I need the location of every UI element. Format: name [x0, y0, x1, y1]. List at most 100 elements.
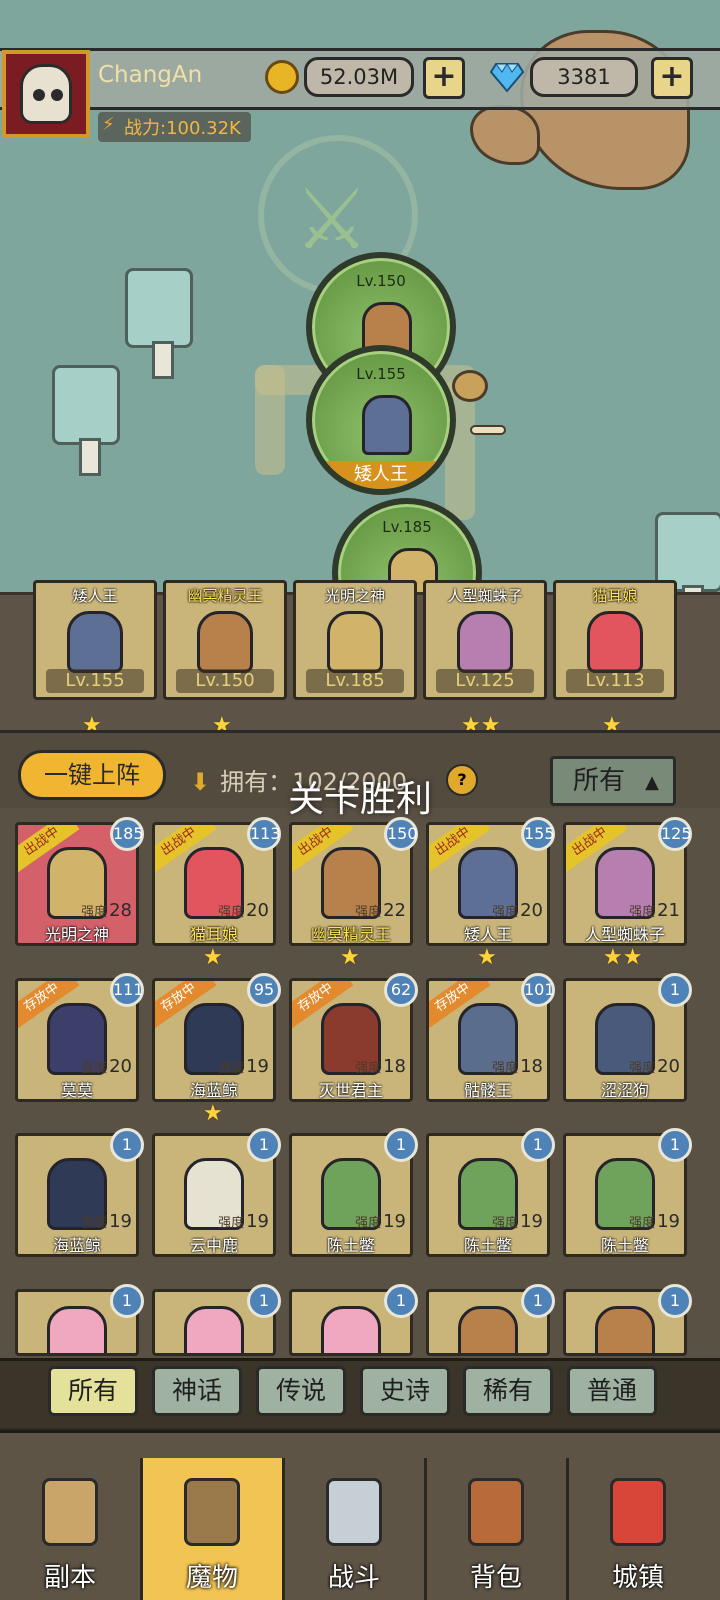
- team-slot-level: Lv.185: [306, 669, 404, 693]
- star-rating: ★★: [603, 945, 643, 970]
- add-gems-button[interactable]: +: [651, 57, 693, 99]
- strength-stat: 强度 19: [218, 1211, 269, 1232]
- strength-stat: 强度 20: [492, 900, 543, 921]
- strength-stat: 强度 18: [492, 1056, 543, 1077]
- add-gold-button[interactable]: +: [423, 57, 465, 99]
- level-badge: 101: [521, 973, 555, 1007]
- nav-divider: [282, 1458, 285, 1600]
- nav-tab[interactable]: 战斗: [284, 1458, 424, 1600]
- monster-name: 人型蜘蛛子: [584, 925, 665, 943]
- level-badge: 113: [247, 817, 281, 851]
- level-badge: 1: [110, 1284, 144, 1318]
- nav-tab[interactable]: 副本: [0, 1458, 140, 1600]
- monster-card[interactable]: 强度 22 幽冥精灵王 出战中 150: [289, 817, 418, 946]
- gold-amount: 52.03M: [304, 57, 414, 97]
- team-slot-name: 光明之神: [324, 587, 385, 605]
- monster-name: 灭世君主: [318, 1081, 383, 1099]
- strength-stat: 强度 19: [492, 1211, 543, 1232]
- star-rating: ★: [477, 945, 497, 970]
- backpack-icon: [468, 1478, 524, 1546]
- rock-island: [470, 105, 540, 165]
- monster-card[interactable]: 强度 19 陈土鳖 1: [289, 1128, 418, 1257]
- star-rating: ★: [203, 945, 223, 970]
- monster-card[interactable]: 强度 19 海蓝鲸 1: [15, 1128, 144, 1257]
- level-badge: 1: [384, 1284, 418, 1318]
- strength-stat: 强度 20: [218, 900, 269, 921]
- level-badge: 1: [384, 1128, 418, 1162]
- rarity-tab[interactable]: 稀有: [463, 1366, 553, 1416]
- player-avatar[interactable]: [2, 50, 90, 138]
- team-slot[interactable]: 人型蜘蛛子 Lv.125: [423, 580, 547, 700]
- monster-card[interactable]: 强度 20 矮人王 出战中 155: [426, 817, 555, 946]
- strength-stat: 强度 19: [218, 1056, 269, 1077]
- level-badge: 62: [384, 973, 418, 1007]
- nav-label: 副本: [43, 1563, 96, 1593]
- snowy-tree: [52, 365, 120, 476]
- power-icon: ⚡: [102, 114, 115, 135]
- level-badge: 125: [658, 817, 692, 851]
- monster-name: 骷髅王: [463, 1081, 512, 1099]
- monster-card[interactable]: 1: [426, 1284, 555, 1356]
- strength-stat: 强度 28: [81, 900, 132, 921]
- team-slot-level: Lv.150: [176, 669, 274, 693]
- monster-card[interactable]: 强度 19 海蓝鲸 存放中 95: [152, 973, 281, 1102]
- monster-card[interactable]: 1: [563, 1284, 692, 1356]
- monster-name: 光明之神: [44, 925, 109, 943]
- nav-label: 魔物: [185, 1563, 238, 1593]
- monster-card[interactable]: 强度 19 陈土鳖 1: [426, 1128, 555, 1257]
- rarity-tab[interactable]: 传说: [256, 1366, 346, 1416]
- rarity-tab[interactable]: 神话: [152, 1366, 242, 1416]
- shop-icon: [610, 1478, 666, 1546]
- monster-card[interactable]: 强度 19 陈土鳖 1: [563, 1128, 692, 1257]
- gem-amount: 3381: [530, 57, 638, 97]
- combat-power-value: 战力:100.32K: [124, 118, 241, 139]
- nav-label: 背包: [469, 1563, 522, 1593]
- monster-portrait: [197, 611, 253, 673]
- strength-stat: 强度 20: [629, 1056, 680, 1077]
- monster-portrait: [587, 611, 643, 673]
- monster-card[interactable]: 强度 18 骷髅王 存放中 101: [426, 973, 555, 1102]
- monster-card[interactable]: 强度 20 莫莫 存放中 111: [15, 973, 144, 1102]
- monster-portrait: [321, 1306, 381, 1353]
- map-path: [255, 365, 285, 475]
- monster-card[interactable]: 强度 20 猫耳娘 出战中 113: [152, 817, 281, 946]
- diamond-icon: [490, 63, 524, 92]
- bone-icon: [470, 425, 506, 435]
- team-slot[interactable]: 幽冥精灵王 Lv.150: [163, 580, 287, 700]
- team-slot[interactable]: 猫耳娘 Lv.113: [553, 580, 677, 700]
- monster-card[interactable]: 1: [289, 1284, 418, 1356]
- monster-portrait: [47, 1306, 107, 1353]
- team-slot[interactable]: 矮人王 Lv.155: [33, 580, 157, 700]
- level-badge: 1: [658, 973, 692, 1007]
- monster-card[interactable]: 强度 21 人型蜘蛛子 出战中 125: [563, 817, 692, 946]
- monster-name: 陈土鳖: [463, 1236, 512, 1254]
- monster-portrait: [595, 1306, 655, 1353]
- monster-card[interactable]: 强度 19 云中鹿 1: [152, 1128, 281, 1257]
- team-slot[interactable]: 光明之神 Lv.185: [293, 580, 417, 700]
- monster-portrait: [184, 1306, 244, 1353]
- nav-tab[interactable]: 魔物: [142, 1458, 282, 1600]
- stage-node-current[interactable]: Lv.155 矮人王: [306, 345, 456, 495]
- monster-card[interactable]: 强度 20 涩涩狗 1: [563, 973, 692, 1102]
- stage-level: Lv.155: [356, 365, 406, 383]
- monster-name: 海蓝鲸: [189, 1081, 238, 1099]
- level-badge: 1: [247, 1128, 281, 1162]
- monster-name: 海蓝鲸: [52, 1236, 101, 1254]
- monster-card[interactable]: 1: [15, 1284, 144, 1356]
- nav-tab[interactable]: 背包: [426, 1458, 566, 1600]
- monster-portrait: [458, 1306, 518, 1353]
- monster-card[interactable]: 强度 28 光明之神 出战中 185: [15, 817, 144, 946]
- level-badge: 1: [247, 1284, 281, 1318]
- team-slot-name: 幽冥精灵王: [187, 587, 263, 605]
- rarity-tab[interactable]: 所有: [48, 1366, 138, 1416]
- rarity-tab[interactable]: 史诗: [360, 1366, 450, 1416]
- strength-stat: 强度 19: [81, 1211, 132, 1232]
- nav-divider: [566, 1458, 569, 1600]
- monster-card[interactable]: 1: [152, 1284, 281, 1356]
- monster-card[interactable]: 强度 18 灭世君主 存放中 62: [289, 973, 418, 1102]
- rarity-tab[interactable]: 普通: [567, 1366, 657, 1416]
- level-badge: 185: [110, 817, 144, 851]
- nav-tab[interactable]: 城镇: [568, 1458, 708, 1600]
- strength-stat: 强度 20: [81, 1056, 132, 1077]
- stage-boss-portrait: [362, 395, 412, 455]
